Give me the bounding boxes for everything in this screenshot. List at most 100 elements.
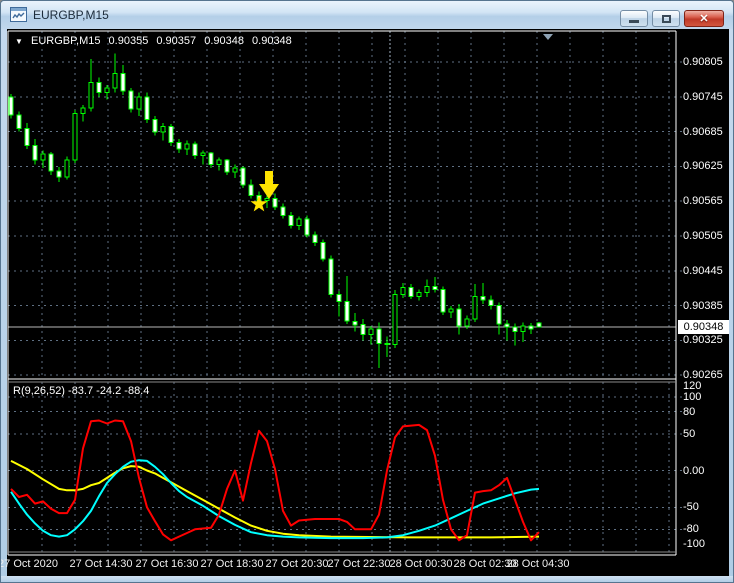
bear-candle (248, 184, 254, 196)
bear-candle (360, 324, 366, 336)
bull-candle (424, 286, 430, 293)
bear-candle (320, 241, 326, 260)
price-axis-label: 0.90685 (683, 126, 723, 138)
bull-candle (104, 87, 110, 94)
close-button[interactable]: ✕ (684, 10, 724, 27)
bear-candle (272, 197, 278, 208)
price-axis-label: 0.90805 (683, 56, 723, 68)
bear-candle (312, 234, 318, 243)
bear-candle (376, 328, 382, 344)
indicator-axis-label: 80 (683, 406, 696, 418)
bear-candle (24, 128, 30, 146)
bear-candle (56, 170, 62, 178)
price-axis-label: 0.90385 (683, 300, 723, 312)
bear-candle (8, 96, 14, 116)
bear-candle (328, 258, 334, 296)
bear-candle (32, 145, 38, 161)
bull-candle (448, 308, 454, 313)
bull-candle (264, 197, 270, 202)
chart-window-icon (10, 7, 27, 22)
window-title: EURGBP,M15 (33, 8, 109, 22)
time-axis-label: 27 Oct 2020 (0, 558, 58, 570)
current-price-tag: 0.90348 (678, 320, 729, 334)
minimize-button[interactable] (620, 10, 648, 27)
indicator-axis-label: -100 (683, 538, 706, 550)
high-value: 0.90357 (156, 35, 197, 47)
bear-candle (144, 96, 150, 120)
bear-candle (96, 81, 102, 94)
ohlc-header[interactable]: ▼ EURGBP,M15 0.90355 0.90357 0.90348 0.9… (15, 35, 297, 47)
bear-candle (336, 294, 342, 303)
bear-candle (240, 167, 246, 186)
price-axis-label: 0.90445 (683, 265, 723, 277)
bear-candle (168, 125, 174, 144)
time-axis-label: 28 Oct 00:30 (389, 558, 453, 570)
bear-candle (496, 305, 502, 325)
close-value: 0.90348 (252, 35, 292, 47)
low-value: 0.90348 (204, 35, 244, 47)
bear-candle (304, 218, 310, 236)
bull-candle (392, 294, 398, 346)
bull-candle (80, 107, 86, 115)
bear-candle (536, 322, 542, 328)
bear-candle (288, 215, 294, 227)
candles-layer (8, 53, 542, 369)
minimize-icon (629, 20, 639, 23)
bull-candle (72, 113, 78, 161)
bull-candle (472, 295, 478, 320)
bear-candle (48, 153, 54, 172)
chart-shift-marker-icon (543, 34, 553, 40)
bull-candle (520, 325, 526, 333)
bear-candle (192, 143, 198, 156)
bull-candle (40, 153, 46, 161)
bear-candle (208, 152, 214, 166)
symbol-dropdown-arrow-icon[interactable]: ▼ (15, 37, 23, 46)
restore-icon (661, 14, 671, 23)
bear-candle (152, 118, 158, 133)
indicator-axis-label: 0.00 (683, 465, 705, 477)
open-value: 0.90355 (108, 35, 149, 47)
bear-candle (176, 142, 182, 150)
bear-candle (432, 286, 438, 290)
indicator-line-red (10, 419, 540, 542)
price-axis-label: 0.90325 (683, 334, 723, 346)
bear-candle (280, 206, 286, 217)
time-axis-label: 27 Oct 18:30 (200, 558, 264, 570)
bull-candle (400, 287, 406, 296)
bull-candle (88, 81, 94, 109)
sell-arrow-marker (259, 171, 279, 199)
indicator-axis-label: -80 (683, 523, 699, 535)
bull-candle (464, 318, 470, 327)
restore-button[interactable] (652, 10, 680, 27)
bear-candle (528, 325, 534, 330)
chart-client-area[interactable]: ▼ EURGBP,M15 0.90355 0.90357 0.90348 0.9… (1, 29, 729, 576)
window-bottom-border (1, 576, 733, 582)
time-axis-label: 27 Oct 16:30 (135, 558, 199, 570)
close-icon: ✕ (699, 13, 709, 25)
price-axis-label: 0.90565 (683, 195, 723, 207)
star-marker (250, 195, 268, 212)
price-axis-label: 0.90505 (683, 230, 723, 242)
price-axis-label: 0.90745 (683, 91, 723, 103)
symbol-timeframe-label: EURGBP,M15 (30, 35, 101, 47)
bull-candle (216, 159, 222, 166)
time-axis-label: 27 Oct 22:30 (327, 558, 391, 570)
bull-candle (416, 291, 422, 297)
window-titlebar[interactable]: EURGBP,M15 ✕ (1, 1, 733, 29)
bear-candle (488, 299, 494, 307)
bear-candle (456, 308, 462, 327)
bull-candle (296, 218, 302, 227)
bull-candle (136, 96, 142, 110)
indicator-axis-label: 50 (683, 428, 696, 440)
bear-candle (480, 295, 486, 301)
bear-candle (440, 288, 446, 313)
time-axis-label: 27 Oct 14:30 (69, 558, 133, 570)
indicator-axis-label: 100 (683, 391, 702, 403)
price-chart[interactable] (7, 29, 729, 576)
mt4-chart-window: EURGBP,M15 ✕ ▼ EURGBP,M15 0.90355 0.9035… (0, 0, 734, 583)
bear-candle (352, 320, 358, 326)
bear-candle (224, 159, 230, 173)
indicator-label: R(9,26,52) -83.7 -24.2 -88.4 (13, 385, 150, 397)
bear-candle (120, 73, 126, 92)
bear-candle (384, 342, 390, 345)
